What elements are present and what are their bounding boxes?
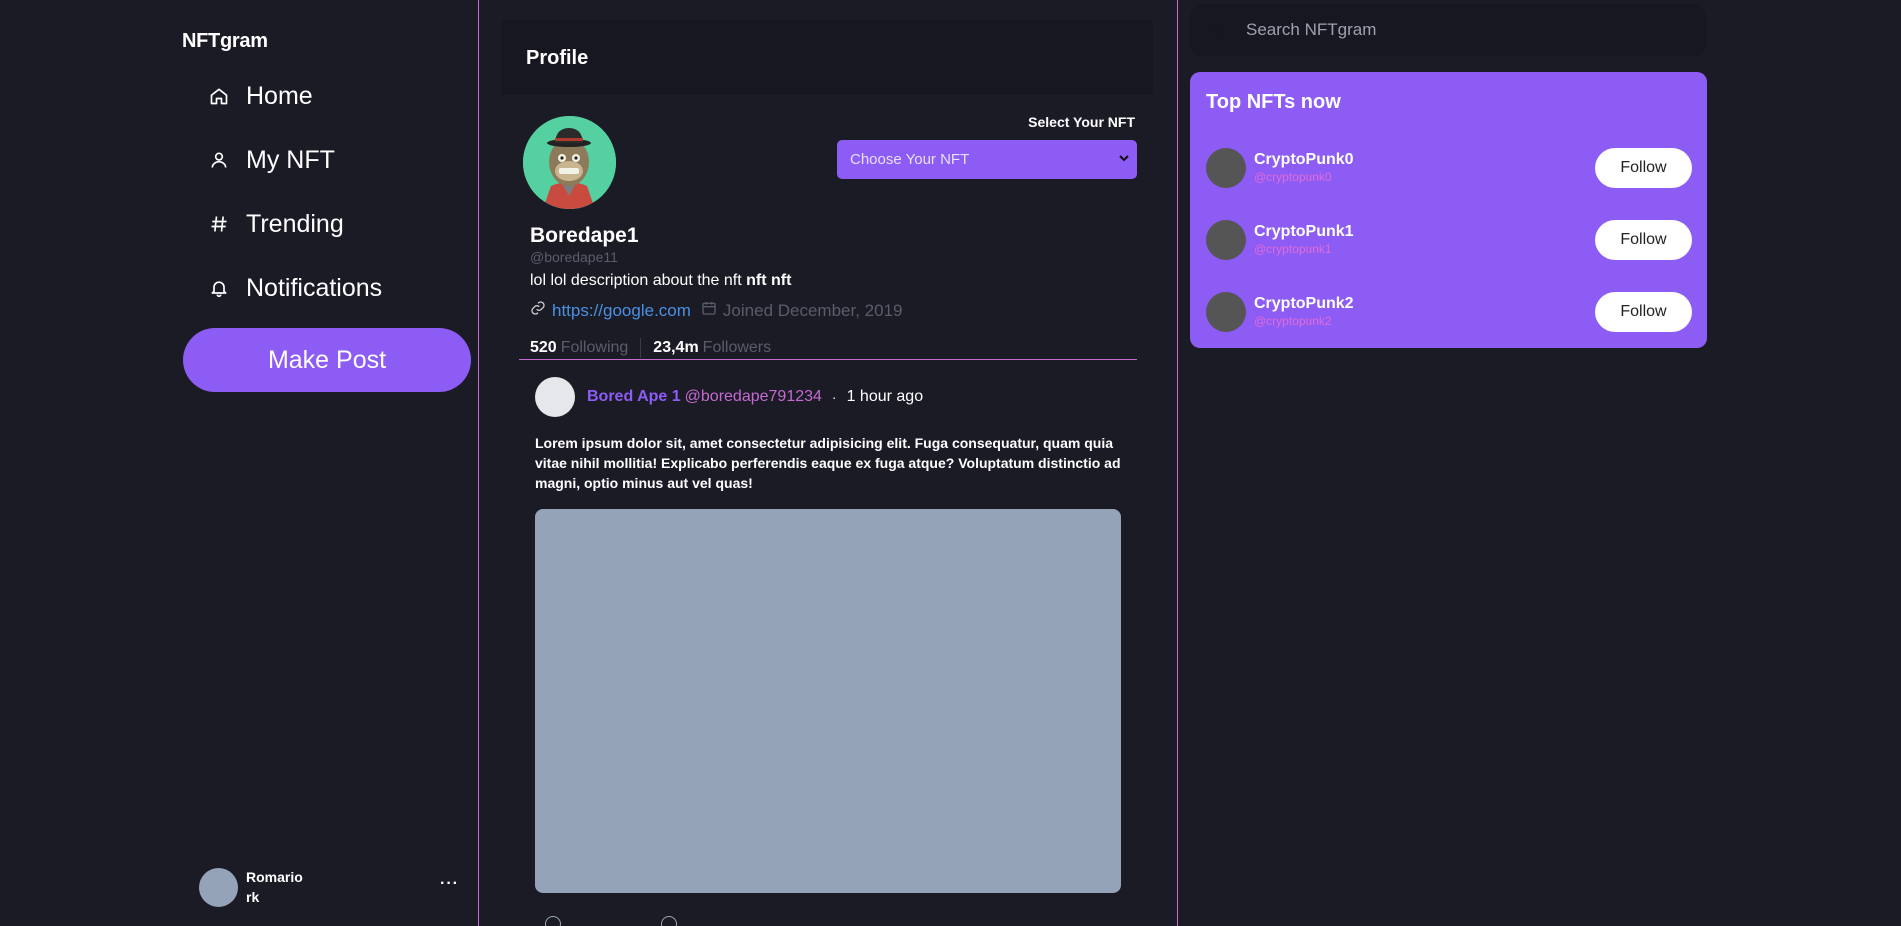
nav-label-my-nft: My NFT xyxy=(246,145,335,174)
nft-avatar[interactable] xyxy=(1206,148,1246,188)
post-image[interactable] xyxy=(535,509,1121,893)
profile-bio: lol lol description about the nft nft nf… xyxy=(530,272,791,290)
search-input[interactable] xyxy=(1246,20,1686,40)
chevron-down-icon xyxy=(1118,151,1130,168)
nav-label-notifications: Notifications xyxy=(246,273,383,302)
post-author-name[interactable]: Bored Ape 1 xyxy=(587,388,681,406)
nav-item-notifications[interactable]: Notifications xyxy=(208,266,382,310)
stats-separator xyxy=(640,338,642,358)
user-icon xyxy=(208,149,230,171)
profile-header: Profile xyxy=(502,20,1153,95)
bored-ape-image xyxy=(523,116,616,209)
nft-handle: @cryptopunk1 xyxy=(1254,242,1332,256)
top-nft-item: CryptoPunk0 @cryptopunk0 Follow xyxy=(1206,148,1692,188)
post-actions xyxy=(545,916,677,926)
profile-divider xyxy=(519,359,1137,360)
nav-item-my-nft[interactable]: My NFT xyxy=(208,138,335,182)
profile-avatar[interactable] xyxy=(523,116,616,209)
nft-avatar[interactable] xyxy=(1206,220,1246,260)
profile-website-link[interactable]: https://google.com xyxy=(552,301,691,321)
account-username: rk xyxy=(246,889,260,905)
like-icon[interactable] xyxy=(661,916,677,926)
bio-bold-text: nft nft xyxy=(746,272,792,289)
top-nfts-card: Top NFTs now CryptoPunk0 @cryptopunk0 Fo… xyxy=(1190,72,1707,348)
home-icon xyxy=(208,85,230,107)
profile-meta: https://google.com Joined December, 2019 xyxy=(530,300,902,321)
nav-item-home[interactable]: Home xyxy=(208,74,313,118)
profile-display-name: Boredape1 xyxy=(530,224,639,247)
post-separator: · xyxy=(831,389,837,405)
nav-item-trending[interactable]: Trending xyxy=(208,202,344,246)
top-nft-item: CryptoPunk2 @cryptopunk2 Follow xyxy=(1206,292,1692,332)
post-header: Bored Ape 1 @boredape791234 · 1 hour ago xyxy=(535,377,923,417)
bell-icon xyxy=(208,277,230,299)
nft-select-value: Choose Your NFT xyxy=(850,151,970,168)
nft-handle: @cryptopunk0 xyxy=(1254,170,1332,184)
page-title: Profile xyxy=(526,47,589,69)
account-switcher[interactable]: Romario rk ··· xyxy=(199,867,459,907)
calendar-icon xyxy=(701,300,717,321)
follow-button[interactable]: Follow xyxy=(1595,292,1692,332)
top-nft-item: CryptoPunk1 @cryptopunk1 Follow xyxy=(1206,220,1692,260)
following-count[interactable]: 520 xyxy=(530,339,557,357)
right-divider xyxy=(1177,0,1178,926)
select-nft-label: Select Your NFT xyxy=(1028,114,1135,130)
follow-button[interactable]: Follow xyxy=(1595,148,1692,188)
app-logo[interactable]: NFTgram xyxy=(182,30,268,53)
nft-name[interactable]: CryptoPunk0 xyxy=(1254,151,1354,169)
following-label[interactable]: Following xyxy=(561,339,629,357)
nft-avatar[interactable] xyxy=(1206,292,1246,332)
link-icon xyxy=(530,300,546,321)
nft-name[interactable]: CryptoPunk2 xyxy=(1254,295,1354,313)
profile-stats: 520 Following 23,4m Followers xyxy=(530,338,771,358)
post-author-handle[interactable]: @boredape791234 xyxy=(685,388,822,406)
nft-name[interactable]: CryptoPunk1 xyxy=(1254,223,1354,241)
followers-count[interactable]: 23,4m xyxy=(653,339,698,357)
left-sidebar: NFTgram Home My NFT Trending Notificatio… xyxy=(0,0,478,926)
account-avatar xyxy=(199,867,238,907)
hash-icon xyxy=(208,213,230,235)
bio-text: lol lol description about the nft xyxy=(530,272,742,289)
nav-label-trending: Trending xyxy=(246,209,344,238)
account-name: Romario xyxy=(246,869,303,885)
main-column: Profile Select Your NFT Choose Your NFT … xyxy=(479,0,1177,926)
post-timestamp: 1 hour ago xyxy=(846,388,924,405)
nft-handle: @cryptopunk2 xyxy=(1254,314,1332,328)
nft-select-dropdown[interactable]: Choose Your NFT xyxy=(837,140,1137,179)
make-post-button[interactable]: Make Post xyxy=(183,328,471,392)
more-options-icon[interactable]: ··· xyxy=(440,875,459,893)
comment-icon[interactable] xyxy=(545,916,561,926)
post-author-avatar[interactable] xyxy=(535,377,575,417)
search-bar[interactable] xyxy=(1190,4,1706,56)
profile-handle: @boredape11 xyxy=(530,249,618,265)
post-body: Lorem ipsum dolor sit, amet consectetur … xyxy=(535,435,1121,491)
nav-label-home: Home xyxy=(246,81,313,110)
followers-label[interactable]: Followers xyxy=(703,339,771,357)
top-nfts-title: Top NFTs now xyxy=(1206,91,1341,113)
search-icon xyxy=(1208,20,1228,40)
profile-joined-date: Joined December, 2019 xyxy=(722,300,903,320)
follow-button[interactable]: Follow xyxy=(1595,220,1692,260)
